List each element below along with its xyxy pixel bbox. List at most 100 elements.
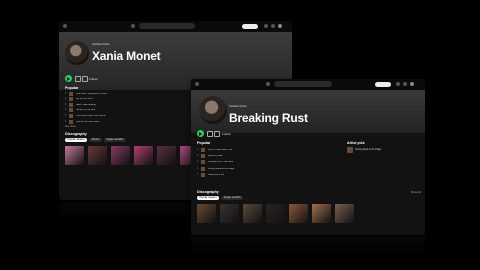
bell-icon[interactable] [271, 24, 275, 28]
track-row[interactable]: 2 Let Go, Let God [65, 97, 169, 102]
download-icon[interactable] [264, 24, 268, 28]
discography-heading: Discography [65, 132, 87, 136]
track-cover [69, 119, 73, 124]
release-card[interactable] [111, 146, 130, 166]
track-row[interactable]: 2 Walk My Walk [197, 153, 301, 158]
release-card[interactable] [266, 204, 285, 224]
release-card[interactable] [243, 204, 262, 224]
avatar[interactable] [278, 24, 282, 28]
release-card[interactable] [220, 204, 239, 224]
track-row[interactable]: 5 You Know What That's Worth [65, 113, 169, 118]
artist-avatar [65, 41, 89, 65]
release-cover [312, 204, 331, 223]
track-row[interactable]: 4 Sucker for the Kills [65, 108, 169, 113]
track-cover [201, 166, 205, 171]
track-cover [69, 113, 73, 118]
track-row[interactable]: 1 Livin' on Borrowed Time [197, 147, 301, 152]
release-cover [220, 204, 239, 223]
track-title: Sweat Don't Lie [208, 174, 225, 177]
artist-name: Breaking Rust [229, 111, 308, 125]
back-window-reflection [59, 202, 189, 222]
track-row[interactable]: 1 How Was I Supposed to Know [65, 91, 169, 96]
track-row[interactable]: 3 Whiskey Don't Talk Back [197, 160, 301, 165]
verified-badge: Verified Artist [92, 42, 110, 46]
track-cover [201, 160, 205, 165]
shuffle-icon[interactable] [75, 76, 81, 82]
home-icon[interactable] [266, 82, 270, 86]
follow-button[interactable]: Follow [222, 132, 231, 136]
track-row[interactable]: 4 Kicking Back at the Ridge [197, 166, 301, 171]
release-cover [65, 146, 84, 165]
track-row[interactable]: 6 Gimme Our Love Back [65, 119, 169, 124]
release-card[interactable] [312, 204, 331, 224]
release-cover [134, 146, 153, 165]
track-title: Kicking Back at the Ridge [208, 167, 235, 170]
track-cover [69, 108, 73, 113]
release-cover [289, 204, 308, 223]
bell-icon[interactable] [403, 82, 407, 86]
track-row[interactable]: 3 Said I Was Leaving [65, 102, 169, 107]
release-cover [88, 146, 107, 165]
filter-pill[interactable]: Popular releases [65, 138, 88, 142]
artist-pick[interactable]: Kicking Back at the Ridge [347, 147, 381, 153]
see-more-link[interactable]: See more [65, 125, 76, 128]
track-cover [69, 91, 73, 96]
filter-pill[interactable]: Singles and EPs [103, 138, 126, 142]
show-all-link[interactable]: Show all [411, 191, 420, 194]
track-cover [201, 147, 205, 152]
menu-icon[interactable] [195, 82, 199, 86]
popular-heading: Popular [197, 141, 211, 145]
artist-avatar [199, 96, 227, 124]
track-title: Sucker for the Kills [76, 109, 96, 112]
release-card[interactable] [289, 204, 308, 224]
track-row[interactable]: 5 Sweat Don't Lie [197, 173, 301, 178]
verified-badge: Verified Artist [229, 104, 247, 108]
track-cover [201, 173, 205, 178]
front-app-window: Verified Artist Breaking Rust Follow Pop… [191, 79, 425, 235]
home-icon[interactable] [131, 24, 135, 28]
release-card[interactable] [197, 204, 216, 224]
artist-pick-title: Kicking Back at the Ridge [355, 149, 382, 151]
release-cover [335, 204, 354, 223]
menu-icon[interactable] [63, 24, 67, 28]
track-title: Livin' on Borrowed Time [208, 148, 233, 151]
follow-button[interactable]: Follow [89, 77, 98, 81]
release-card[interactable] [157, 146, 176, 166]
release-cover [197, 204, 216, 223]
release-card[interactable] [134, 146, 153, 166]
explore-premium-button[interactable] [242, 23, 258, 29]
track-title: Said I Was Leaving [76, 103, 96, 106]
release-card[interactable] [335, 204, 354, 224]
track-title: Walk My Walk [208, 154, 223, 157]
filter-pill[interactable]: Popular releases [197, 196, 220, 200]
filter-pill[interactable]: Singles and EPs [221, 196, 244, 200]
avatar[interactable] [410, 82, 414, 86]
shuffle-icon[interactable] [207, 131, 213, 137]
search-input[interactable] [274, 81, 332, 87]
release-card[interactable] [88, 146, 107, 166]
play-button[interactable] [65, 75, 72, 82]
artist-name: Xania Monet [92, 49, 161, 63]
track-title: Whiskey Don't Talk Back [208, 161, 234, 164]
release-cover [111, 146, 130, 165]
popular-heading: Popular [65, 86, 79, 90]
search-input[interactable] [139, 23, 195, 29]
explore-premium-button[interactable] [375, 81, 391, 87]
filter-pill[interactable]: Albums [89, 138, 102, 142]
release-card[interactable] [65, 146, 84, 166]
play-button[interactable] [197, 130, 204, 137]
release-cover [157, 146, 176, 165]
follow-icon[interactable] [82, 76, 88, 82]
track-title: You Know What That's Worth [76, 114, 106, 117]
download-icon[interactable] [396, 82, 400, 86]
top-bar [191, 79, 425, 90]
track-cover [69, 97, 73, 102]
artist-pick-cover [347, 147, 353, 153]
follow-icon[interactable] [214, 131, 220, 137]
track-title: Gimme Our Love Back [76, 120, 100, 123]
track-title: Let Go, Let God [76, 98, 93, 101]
track-cover [69, 102, 73, 107]
track-cover [201, 153, 205, 158]
top-bar [59, 21, 292, 32]
artist-pick-heading: Artist pick [347, 141, 365, 145]
